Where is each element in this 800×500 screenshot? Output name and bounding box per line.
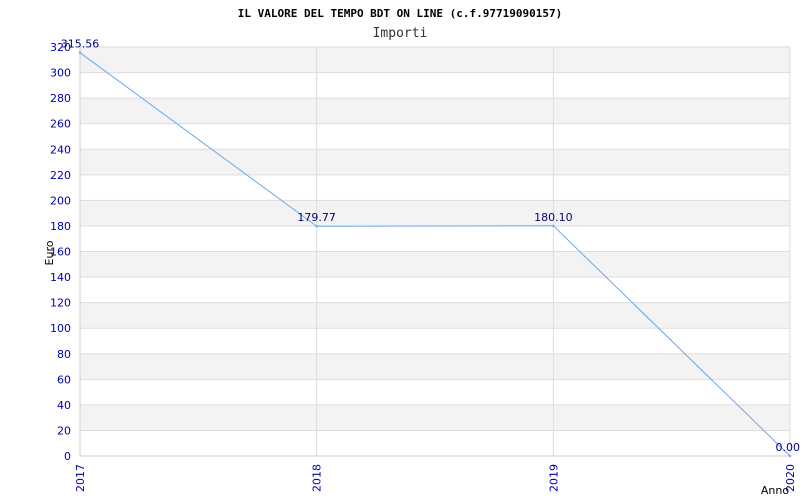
y-tick-label: 220 [50,169,71,182]
grid-band [80,200,790,226]
x-tick-label: 2018 [311,464,324,492]
x-axis-label: Anno [761,484,789,497]
data-label: 180.10 [534,211,573,224]
y-tick-label: 180 [50,220,71,233]
data-point [315,225,318,228]
y-axis-label: Euro [43,240,56,265]
y-tick-label: 120 [50,297,71,310]
data-label: 0.00 [776,441,800,454]
line-chart: IL VALORE DEL TEMPO BDT ON LINE (c.f.977… [43,7,800,497]
grid-band [80,47,790,73]
y-tick-label: 300 [50,67,71,80]
grid-band [80,404,790,431]
grid-band [80,251,790,278]
y-tick-label: 0 [64,450,71,463]
y-tick-label: 280 [50,92,71,105]
x-tick-label: 2019 [547,464,560,492]
y-tick-label: 240 [50,143,71,156]
grid-band [80,98,790,124]
y-tick-label: 80 [57,348,71,361]
grid-band [80,149,790,175]
grid-band [80,302,790,329]
grid-band [80,353,790,380]
chart-subtitle: Importi [373,26,428,41]
y-tick-label: 100 [50,322,71,335]
y-tick-label: 20 [57,424,71,437]
y-tick-label: 40 [57,399,71,412]
y-tick-label: 260 [50,118,71,131]
x-tick-label: 2017 [74,464,87,492]
data-point [552,224,555,228]
y-tick-label: 200 [50,194,71,207]
x-axis-ticks: 2017 2018 2019 2020 [74,464,797,492]
chart-title: IL VALORE DEL TEMPO BDT ON LINE (c.f.977… [238,7,563,20]
y-tick-label: 140 [50,271,71,284]
data-label: 315.56 [61,38,100,51]
data-label: 179.77 [297,211,336,224]
grid-bands [80,47,790,431]
y-tick-label: 60 [57,373,71,386]
data-point [78,51,82,54]
data-point [788,454,792,458]
